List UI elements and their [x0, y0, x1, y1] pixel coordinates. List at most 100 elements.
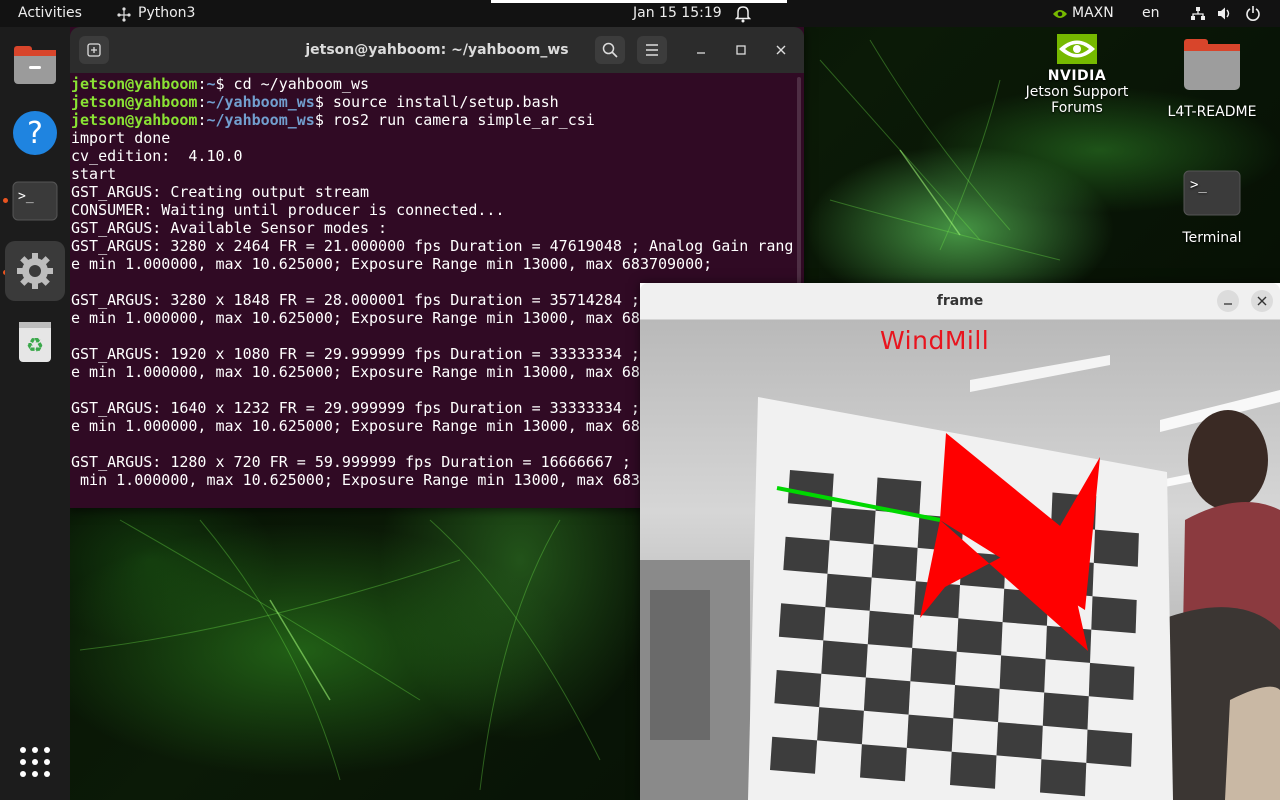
checker-square [1088, 662, 1135, 700]
checker-square [867, 610, 914, 648]
show-apps-button[interactable] [5, 732, 65, 792]
trash-launcher[interactable]: ♻ [5, 311, 65, 371]
checker-square [1086, 729, 1133, 767]
checker-square [783, 536, 830, 574]
show-apps-icon [20, 747, 50, 777]
language-indicator[interactable]: en [1142, 0, 1160, 27]
terminal-output-line: CONSUMER: Waiting until producer is conn… [71, 201, 505, 219]
files-icon [14, 46, 56, 84]
prompt-path: ~/yahboom_ws [206, 93, 315, 111]
help-icon: ? [13, 111, 57, 155]
checker-square [787, 470, 834, 508]
search-button[interactable] [595, 36, 625, 64]
minimize-icon [697, 52, 705, 54]
prompt-user: jetson@yahboom [71, 111, 198, 129]
prompt-user: jetson@yahboom [71, 75, 198, 93]
terminal-label: Terminal [1182, 230, 1242, 246]
camera-feed: WindMill [640, 320, 1280, 800]
checker-square [950, 751, 997, 789]
checker-square [1091, 596, 1137, 634]
clock[interactable]: Jan 15 15:19 [633, 0, 722, 27]
python-app-icon [117, 6, 131, 22]
nvidia-wordmark: NVIDIA [1047, 68, 1107, 84]
help-launcher[interactable]: ? [5, 103, 65, 163]
top-bar: Activities Python3 Jan 15 15:19 MAXN en [0, 0, 1280, 27]
desktop-terminal[interactable]: >_ Terminal [1162, 170, 1262, 246]
forums-label-line1: Jetson Support [1025, 84, 1129, 100]
svg-text:>_: >_ [1190, 177, 1207, 193]
power-mode-indicator[interactable]: MAXN [1052, 0, 1114, 27]
terminal-icon: >_ [1183, 170, 1241, 216]
terminal-titlebar[interactable]: jetson@yahboom: ~/yahboom_ws [70, 27, 804, 73]
checker-square [1040, 759, 1087, 797]
close-icon [1257, 296, 1267, 306]
settings-launcher[interactable] [5, 241, 65, 301]
checker-square [817, 707, 864, 745]
frame-title: frame [936, 293, 984, 309]
terminal-output-line: cv_edition: 4.10.0 [71, 147, 243, 165]
checker-square [910, 647, 957, 685]
checker-square [999, 655, 1046, 693]
checker-square [1042, 692, 1089, 730]
search-icon [602, 42, 618, 58]
checker-square [821, 640, 868, 678]
prompt-command: $ cd ~/yahboom_ws [215, 75, 370, 93]
trash-icon: ♻ [19, 322, 51, 362]
files-launcher[interactable] [5, 35, 65, 95]
checker-square [956, 618, 1003, 656]
dock: ? >_ ♻ [0, 27, 70, 800]
svg-text:?: ? [27, 116, 43, 151]
nvidia-logo-icon [1057, 34, 1097, 64]
prompt-user: jetson@yahboom [71, 93, 198, 111]
close-icon [776, 45, 786, 55]
desktop-jetson-forums[interactable]: NVIDIA Jetson Support Forums [1017, 34, 1137, 116]
terminal-output-line: e min 1.000000, max 10.625000; Exposure … [71, 255, 713, 273]
terminal-output-line: GST_ARGUS: Available Sensor modes : [71, 219, 388, 237]
prompt-path: ~ [206, 75, 216, 93]
camera-image [640, 320, 1280, 800]
terminal-prompt-line: jetson@yahboom:~/yahboom_ws$ ros2 run ca… [71, 111, 595, 129]
frame-window[interactable]: frame WindMill [640, 283, 1280, 800]
svg-text:>_: >_ [18, 189, 34, 204]
checker-square [863, 677, 911, 715]
checker-square [1093, 529, 1139, 567]
checker-square [996, 722, 1043, 760]
minimize-button[interactable] [686, 36, 716, 64]
desktop-l4t-readme[interactable]: L4T-README [1162, 38, 1262, 120]
power-icon[interactable] [1245, 0, 1261, 27]
volume-icon[interactable] [1216, 0, 1232, 27]
forums-label-line2: Forums [1051, 100, 1103, 116]
hamburger-icon [646, 44, 658, 56]
bell-icon[interactable] [734, 0, 752, 27]
checker-square [778, 603, 826, 641]
checker-square [829, 507, 876, 545]
app-menu[interactable]: Python3 [116, 0, 195, 27]
close-button[interactable] [766, 36, 796, 64]
prompt-path: ~/yahboom_ws [206, 111, 315, 129]
power-mode-label: MAXN [1072, 5, 1114, 21]
terminal-output-line: GST_ARGUS: 3280 x 2464 FR = 21.000000 fp… [71, 237, 794, 255]
menu-button[interactable] [637, 36, 667, 64]
checker-square [953, 685, 1000, 723]
nvidia-eye-icon [1053, 9, 1067, 18]
prompt-command: $ ros2 run camera simple_ar_csi [314, 111, 595, 129]
activities-button[interactable]: Activities [18, 0, 82, 27]
network-icon[interactable] [1190, 0, 1206, 27]
desktop-screen: Activities Python3 Jan 15 15:19 MAXN en [0, 0, 1280, 800]
terminal-launcher[interactable]: >_ [5, 171, 65, 231]
folder-icon [1184, 39, 1240, 90]
terminal-output-line: start [71, 165, 117, 183]
frame-titlebar[interactable]: frame [640, 283, 1280, 320]
ar-label: WindMill [880, 326, 990, 355]
checker-square [770, 736, 818, 774]
maximize-button[interactable] [726, 36, 756, 64]
frame-close-button[interactable] [1251, 290, 1273, 312]
checker-square [871, 544, 918, 582]
terminal-output-line: import done [71, 129, 171, 147]
checker-square [860, 744, 907, 782]
terminal-prompt-line: jetson@yahboom:~$ cd ~/yahboom_ws [71, 75, 370, 93]
frame-minimize-button[interactable] [1217, 290, 1239, 312]
svg-text:♻: ♻ [26, 333, 44, 357]
settings-icon [17, 253, 53, 289]
readme-label: L4T-README [1167, 104, 1257, 120]
